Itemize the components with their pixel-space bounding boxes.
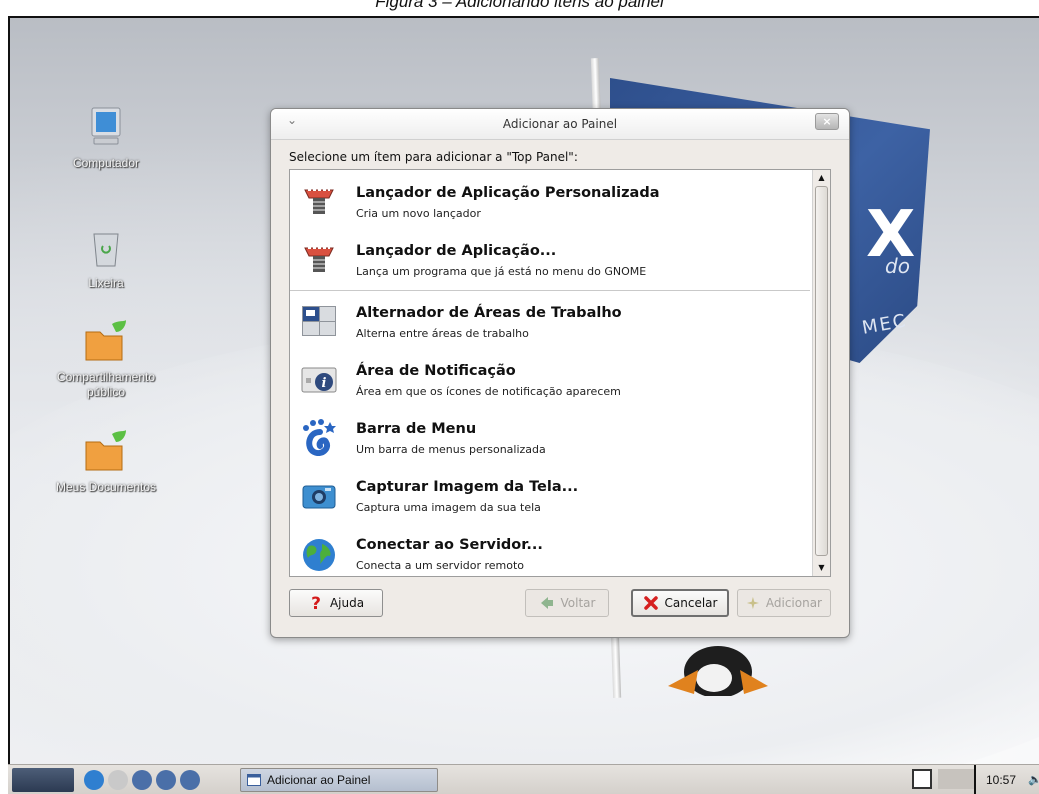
item-list: Lançador de Aplicação Personalizada Cria… (290, 170, 810, 576)
cancel-button-label: Cancelar (664, 596, 718, 610)
notification-area-icon: i (301, 367, 337, 393)
list-separator (290, 290, 810, 291)
back-arrow-icon (540, 597, 553, 609)
add-button-label: Adicionar (765, 596, 822, 610)
desktop-icon-label: Computador (72, 156, 140, 170)
volume-icon[interactable]: 🔈 (1028, 773, 1039, 786)
figure-caption: Figura 3 – Adicionando itens ao painel (375, 0, 664, 11)
add-sparkle-icon (746, 596, 760, 610)
scroll-up-arrow-icon[interactable]: ▲ (813, 170, 830, 186)
desktop-icon-public-share[interactable]: Compartilhamento público (46, 318, 166, 400)
cancel-button[interactable]: Cancelar (631, 589, 729, 617)
dialog-title: Adicionar ao Painel (502, 117, 618, 131)
item-title: Lançador de Aplicação... (356, 243, 557, 259)
item-title: Área de Notificação (356, 363, 516, 379)
desktop-icon-my-documents[interactable]: Meus Documentos (46, 428, 166, 495)
list-scrollbar[interactable]: ▲ ▼ (812, 170, 830, 576)
wallpaper-penguin (668, 646, 768, 696)
item-description: Área em que os ícones de notificação apa… (356, 385, 621, 398)
workspace-2[interactable] (938, 769, 974, 789)
workspace-switcher-icon (302, 306, 336, 336)
list-item[interactable]: Barra de Menu Um barra de menus personal… (290, 410, 810, 468)
scrollbar-thumb[interactable] (815, 186, 828, 556)
desktop-icon-computer[interactable]: Computador (46, 104, 166, 171)
item-description: Um barra de menus personalizada (356, 443, 546, 456)
taskbar-window-label: Adicionar ao Painel (267, 773, 371, 787)
app-launcher-icon[interactable] (108, 770, 128, 790)
item-title: Alternador de Áreas de Trabalho (356, 305, 622, 321)
window-icon (247, 774, 261, 786)
item-description: Alterna entre áreas de trabalho (356, 327, 529, 340)
launcher-icon (304, 247, 334, 272)
back-button-label: Voltar (560, 596, 596, 610)
svg-text:?: ? (311, 595, 321, 611)
folder-icon (85, 430, 126, 471)
list-item[interactable]: Alternador de Áreas de Trabalho Alterna … (290, 294, 810, 352)
item-description: Cria um novo lançador (356, 207, 481, 220)
item-list-frame: Lançador de Aplicação Personalizada Cria… (289, 169, 831, 577)
app-launcher-icon[interactable] (180, 770, 200, 790)
desktop-icon-label: Compartilhamento público (56, 370, 156, 399)
workspace-1[interactable] (912, 769, 932, 789)
close-icon[interactable]: × (815, 113, 839, 130)
add-button[interactable]: Adicionar (737, 589, 831, 617)
list-item[interactable]: Lançador de Aplicação Personalizada Cria… (290, 174, 810, 232)
bottom-panel: Adicionar ao Painel 10:57 🔈 (8, 764, 1039, 794)
help-button-label: Ajuda (329, 596, 365, 610)
list-item[interactable]: Capturar Imagem da Tela... Captura uma i… (290, 468, 810, 526)
instruction-label: Selecione um ítem para adicionar a "Top … (289, 150, 578, 164)
scroll-down-arrow-icon[interactable]: ▼ (813, 560, 830, 576)
desktop-icon-label: Lixeira (88, 276, 124, 290)
back-button[interactable]: Voltar (525, 589, 609, 617)
item-description: Conecta a um servidor remoto (356, 559, 525, 572)
dialog-titlebar[interactable]: ⌄ Adicionar ao Painel × (271, 109, 849, 140)
list-item[interactable]: Conectar ao Servidor... Conecta a um ser… (290, 526, 810, 576)
desktop-icon-label: Meus Documentos (55, 480, 157, 494)
computer-icon (91, 107, 121, 145)
desktop-icon-trash[interactable]: Lixeira (46, 224, 166, 291)
list-item[interactable]: Lançador de Aplicação... Lança um progra… (290, 232, 810, 290)
browser-launcher-icon[interactable] (84, 770, 104, 790)
app-launcher-icon[interactable] (132, 770, 152, 790)
wallpaper-flag-do: do (885, 254, 910, 278)
taskbar-window-button[interactable]: Adicionar ao Painel (240, 768, 438, 792)
item-description: Captura uma imagem da sua tela (356, 501, 541, 514)
gnome-foot-icon (303, 419, 336, 456)
globe-icon (303, 539, 335, 571)
item-description: Lança um programa que já está no menu do… (356, 265, 647, 278)
shared-folder-icon (85, 320, 126, 361)
trash-icon (93, 233, 119, 267)
panel-divider (974, 765, 976, 794)
cancel-x-icon (643, 596, 658, 610)
main-menu-button[interactable] (12, 768, 74, 792)
list-item[interactable]: i Área de Notificação Área em que os íco… (290, 352, 810, 410)
figure-caption-fragment: Figura 3 – Adicionando itens ao painel (0, 0, 1039, 16)
clock[interactable]: 10:57 (986, 773, 1016, 787)
help-icon: ? (311, 595, 321, 611)
add-to-panel-dialog: ⌄ Adicionar ao Painel × Selecione um íte… (270, 108, 850, 638)
help-button[interactable]: ? Ajuda (289, 589, 383, 617)
launcher-icon (304, 189, 334, 214)
camera-icon (302, 485, 336, 509)
svg-text:i: i (322, 376, 327, 391)
desktop: X do MEC Computador Lixeira Compartilham… (8, 16, 1039, 794)
app-launcher-icon[interactable] (156, 770, 176, 790)
item-title: Lançador de Aplicação Personalizada (356, 185, 660, 201)
item-title: Barra de Menu (356, 421, 477, 437)
item-title: Conectar ao Servidor... (356, 537, 543, 553)
item-title: Capturar Imagem da Tela... (356, 479, 579, 495)
